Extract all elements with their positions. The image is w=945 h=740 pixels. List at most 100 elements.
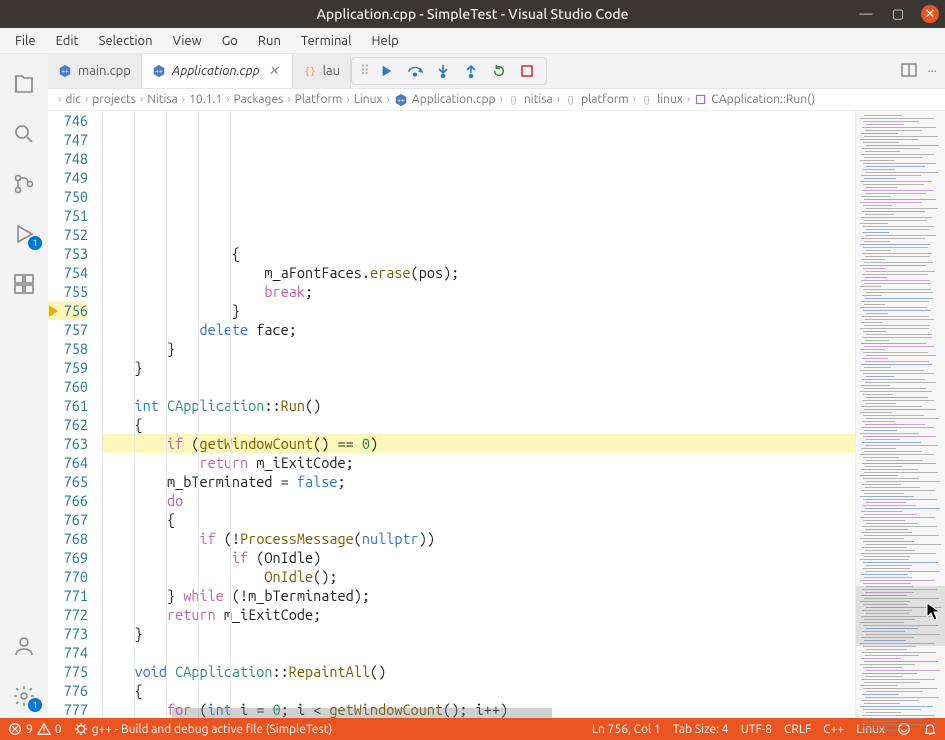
horizontal-scrollbar-thumb[interactable] — [172, 708, 552, 718]
breadcrumb-item[interactable]: {}platform — [564, 93, 629, 106]
split-editor-icon[interactable] — [901, 62, 917, 81]
run-debug-icon[interactable]: 1 — [0, 212, 48, 256]
status-encoding[interactable]: UTF-8 — [741, 723, 772, 736]
settings-badge: 1 — [28, 698, 42, 712]
debug-stop-button[interactable] — [516, 60, 538, 82]
chevron-right-icon: › — [140, 93, 143, 106]
window-close-button[interactable]: ✕ — [921, 5, 939, 23]
status-cursor-pos[interactable]: Ln 756, Col 1 — [592, 723, 661, 736]
menu-run[interactable]: Run — [249, 31, 290, 51]
tab-lau[interactable]: {}lau — [293, 54, 352, 88]
window-maximize-button[interactable]: ▢ — [889, 5, 907, 23]
tab-main-cpp[interactable]: ++main.cpp — [48, 54, 142, 88]
extensions-icon[interactable] — [0, 262, 48, 306]
menu-view[interactable]: View — [164, 31, 211, 51]
breadcrumbs[interactable]: ›dic›projects›Nitisa›10.1.1›Packages›Pla… — [48, 89, 945, 111]
code-line[interactable]: { — [102, 244, 855, 263]
debug-step-into-button[interactable] — [432, 60, 454, 82]
code-line[interactable]: if (!ProcessMessage(nullptr)) — [102, 529, 855, 548]
menubar: FileEditSelectionViewGoRunTerminalHelp — [0, 28, 945, 54]
status-language[interactable]: C++ — [823, 723, 844, 736]
code-line[interactable]: OnIdle(); — [102, 567, 855, 586]
tab-application-cpp[interactable]: ++ Application.cpp ✕ — [142, 54, 293, 88]
chevron-right-icon: › — [226, 93, 229, 106]
activity-bar: 1 1 — [0, 54, 48, 718]
explorer-icon[interactable] — [0, 62, 48, 106]
status-problems[interactable]: 9 0 — [8, 722, 62, 736]
breadcrumb-item[interactable]: {}linux — [640, 93, 683, 106]
chevron-right-icon: › — [287, 93, 290, 106]
code-content[interactable]: { m_aFontFaces.erase(pos); break; } dele… — [102, 111, 855, 718]
breadcrumb-item[interactable]: Packages — [234, 93, 284, 106]
breadcrumb-item[interactable]: CApplication::Run() — [694, 93, 815, 106]
breadcrumb-item[interactable]: projects — [92, 93, 136, 106]
code-line[interactable]: void CApplication::RepaintAll() — [102, 662, 855, 681]
search-icon[interactable] — [0, 112, 48, 156]
code-line[interactable]: } — [102, 339, 855, 358]
status-eol[interactable]: CRLF — [784, 723, 811, 736]
menu-file[interactable]: File — [6, 31, 45, 51]
menu-help[interactable]: Help — [362, 31, 407, 51]
window-minimize-button[interactable]: — — [857, 5, 875, 23]
chevron-right-icon: › — [182, 93, 185, 106]
breadcrumb-item[interactable]: {}nitisa — [507, 93, 553, 106]
breadcrumb-item[interactable]: Platform — [295, 93, 343, 106]
code-line[interactable]: break; — [102, 282, 855, 301]
code-editor[interactable]: 7467477487497507517527537547557567577587… — [48, 111, 945, 718]
code-line[interactable]: } — [102, 301, 855, 320]
code-line[interactable]: m_bTerminated = false; — [102, 472, 855, 491]
settings-gear-icon[interactable]: 1 — [0, 674, 48, 718]
code-line[interactable]: } — [102, 624, 855, 643]
breadcrumb-item[interactable]: ++Application.cpp — [394, 93, 496, 107]
menu-terminal[interactable]: Terminal — [292, 31, 361, 51]
chevron-right-icon: › — [346, 93, 349, 106]
source-control-icon[interactable] — [0, 162, 48, 206]
debug-step-out-button[interactable] — [460, 60, 482, 82]
code-line[interactable]: { — [102, 681, 855, 700]
close-icon[interactable]: ✕ — [266, 64, 282, 79]
accounts-icon[interactable] — [0, 624, 48, 668]
code-line[interactable]: if (OnIdle) — [102, 548, 855, 567]
code-line[interactable]: } — [102, 358, 855, 377]
menu-edit[interactable]: Edit — [47, 31, 88, 51]
menu-selection[interactable]: Selection — [90, 31, 162, 51]
code-line[interactable]: delete face; — [102, 320, 855, 339]
debug-restart-button[interactable] — [488, 60, 510, 82]
breadcrumb-item[interactable]: Linux — [354, 93, 383, 106]
code-line[interactable]: { — [102, 510, 855, 529]
minimap[interactable] — [855, 111, 945, 718]
window-titlebar: Application.cpp - SimpleTest - Visual St… — [0, 0, 945, 28]
chevron-right-icon: › — [58, 93, 61, 106]
code-line[interactable]: int CApplication::Run() — [102, 396, 855, 415]
code-line[interactable]: m_aFontFaces.erase(pos); — [102, 263, 855, 282]
menu-go[interactable]: Go — [213, 31, 247, 51]
code-line[interactable] — [102, 643, 855, 662]
status-tab-size[interactable]: Tab Size: 4 — [673, 723, 729, 736]
debug-continue-button[interactable] — [376, 60, 398, 82]
status-warning-count: 0 — [55, 723, 62, 736]
breadcrumb-item[interactable]: Nitisa — [147, 93, 178, 106]
code-line[interactable]: } while (!m_bTerminated); — [102, 586, 855, 605]
code-line[interactable]: return m_iExitCode; — [102, 453, 855, 472]
code-line[interactable]: return m_iExitCode; — [102, 605, 855, 624]
chevron-right-icon: › — [557, 93, 560, 106]
drag-grip-icon[interactable]: ⠿ — [360, 64, 370, 79]
debug-toolbar[interactable]: ⠿ — [351, 57, 547, 85]
svg-text:++: ++ — [155, 69, 163, 76]
svg-text:{}: {} — [304, 67, 316, 78]
horizontal-scrollbar[interactable] — [102, 708, 855, 718]
debug-step-over-button[interactable] — [404, 60, 426, 82]
breadcrumb-item[interactable]: 10.1.1 — [189, 93, 222, 106]
more-actions-icon[interactable]: ··· — [927, 64, 937, 78]
status-task-label: g++ - Build and debug active file (Simpl… — [92, 723, 333, 736]
line-number-gutter[interactable]: 7467477487497507517527537547557567577587… — [48, 111, 102, 718]
svg-text:++: ++ — [397, 97, 405, 104]
tab-label: Application.cpp — [172, 64, 260, 78]
code-line[interactable]: { — [102, 415, 855, 434]
code-line[interactable] — [102, 377, 855, 396]
code-line[interactable]: do — [102, 491, 855, 510]
code-line[interactable]: if (getWindowCount() == 0) — [102, 434, 855, 453]
status-error-count: 9 — [26, 723, 33, 736]
status-debug-task[interactable]: g++ - Build and debug active file (Simpl… — [74, 722, 333, 736]
breadcrumb-item[interactable]: dic — [65, 93, 81, 106]
